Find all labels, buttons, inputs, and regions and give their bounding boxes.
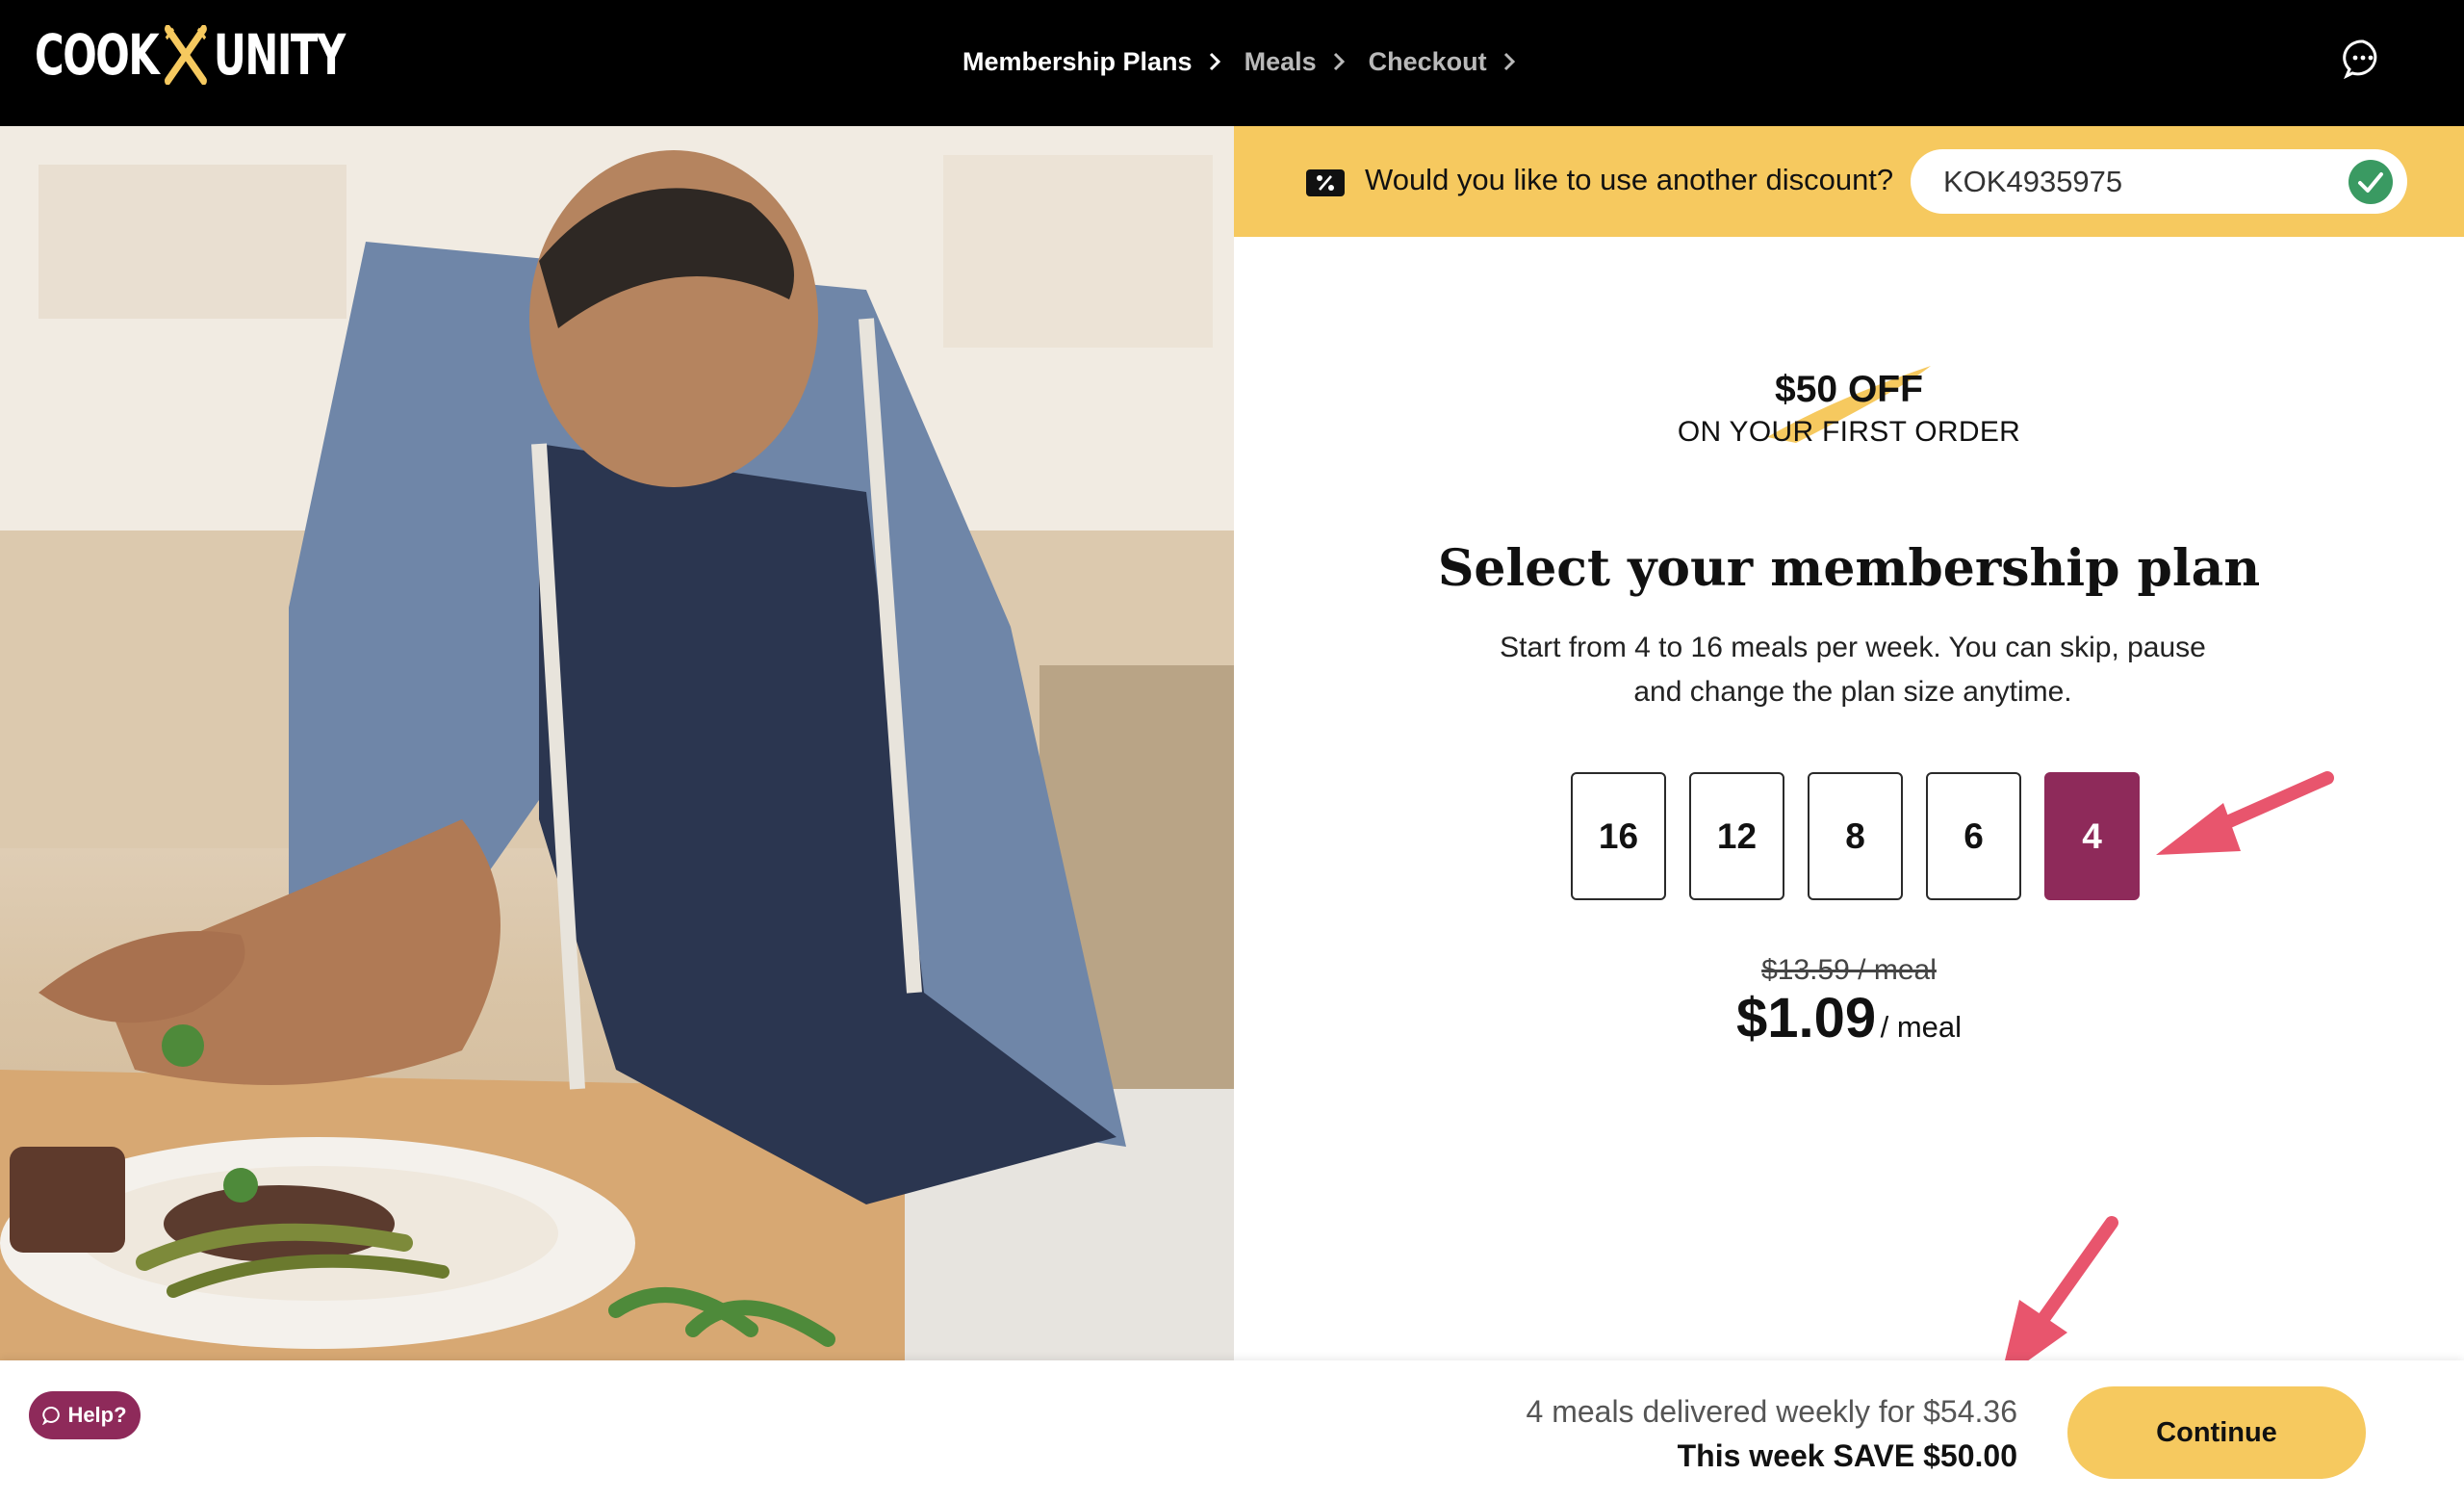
cookunity-logo[interactable]: COOK UNITY bbox=[35, 22, 346, 88]
checkout-footer-bar: Help? 4 meals delivered weekly for $54.3… bbox=[0, 1360, 2464, 1501]
weekly-summary-text: 4 meals delivered weekly for $54.36 bbox=[1526, 1394, 2018, 1429]
chat-bubble-icon bbox=[42, 1406, 61, 1425]
help-button[interactable]: Help? bbox=[29, 1391, 141, 1439]
order-summary: 4 meals delivered weekly for $54.36 This… bbox=[1527, 1389, 2018, 1478]
promo-amount: $50 OFF bbox=[1775, 369, 1923, 410]
plan-size-4-selected[interactable]: 4 bbox=[2044, 772, 2140, 900]
help-button-label: Help? bbox=[67, 1403, 127, 1427]
plan-size-12[interactable]: 12 bbox=[1689, 772, 1784, 900]
meal-count-selector: 16 12 8 6 4 bbox=[1571, 772, 2140, 900]
breadcrumb-checkout[interactable]: Checkout bbox=[1369, 47, 1487, 77]
breadcrumb-membership-plans[interactable]: Membership Plans bbox=[962, 47, 1193, 77]
top-nav-bar: COOK UNITY Membership Plans Meals Checko… bbox=[0, 0, 2464, 126]
discount-code-input[interactable] bbox=[1943, 164, 2328, 199]
plan-size-6[interactable]: 6 bbox=[1926, 772, 2021, 900]
crossed-utensils-icon bbox=[165, 25, 208, 85]
page-title: Select your membership plan bbox=[1437, 539, 2261, 598]
price-unit: / meal bbox=[1880, 1010, 1963, 1044]
annotation-arrow-icon bbox=[2156, 771, 2334, 855]
logo-text-right: UNITY bbox=[213, 22, 346, 88]
chevron-right-icon bbox=[1333, 52, 1345, 71]
chef-plating-illustration bbox=[0, 126, 1234, 1360]
price-amount: $1.09 bbox=[1735, 987, 1877, 1049]
continue-button[interactable]: Continue bbox=[2067, 1386, 2366, 1479]
promo-banner: $50 OFF ON YOUR FIRST ORDER bbox=[1234, 366, 2464, 451]
savings-text: This week SAVE $50.00 bbox=[1677, 1438, 2017, 1473]
plan-description: Start from 4 to 16 meals per week. You c… bbox=[1500, 632, 2206, 708]
check-circle-icon bbox=[2348, 160, 2393, 204]
promo-subtitle: ON YOUR FIRST ORDER bbox=[1677, 416, 2021, 448]
chat-bubble-icon[interactable] bbox=[2343, 39, 2383, 79]
original-price: $13.59 / meal bbox=[1761, 954, 1937, 986]
discount-question-text: Would you like to use another discount? bbox=[1365, 163, 1894, 196]
percent-tag-icon bbox=[1306, 169, 1345, 196]
discounted-price: $1.09 / meal bbox=[1234, 986, 2464, 1050]
chevron-right-icon bbox=[1209, 52, 1220, 71]
discount-code-bar: Would you like to use another discount? bbox=[1234, 126, 2464, 237]
discount-code-field[interactable] bbox=[1911, 149, 2407, 214]
checkout-breadcrumb: Membership Plans Meals Checkout bbox=[962, 42, 1524, 81]
logo-text-left: COOK bbox=[35, 22, 160, 88]
chef-hero-image bbox=[0, 126, 1234, 1360]
breadcrumb-meals[interactable]: Meals bbox=[1245, 47, 1317, 77]
chevron-right-icon bbox=[1503, 52, 1515, 71]
plan-size-16[interactable]: 16 bbox=[1571, 772, 1666, 900]
plan-size-8[interactable]: 8 bbox=[1808, 772, 1903, 900]
